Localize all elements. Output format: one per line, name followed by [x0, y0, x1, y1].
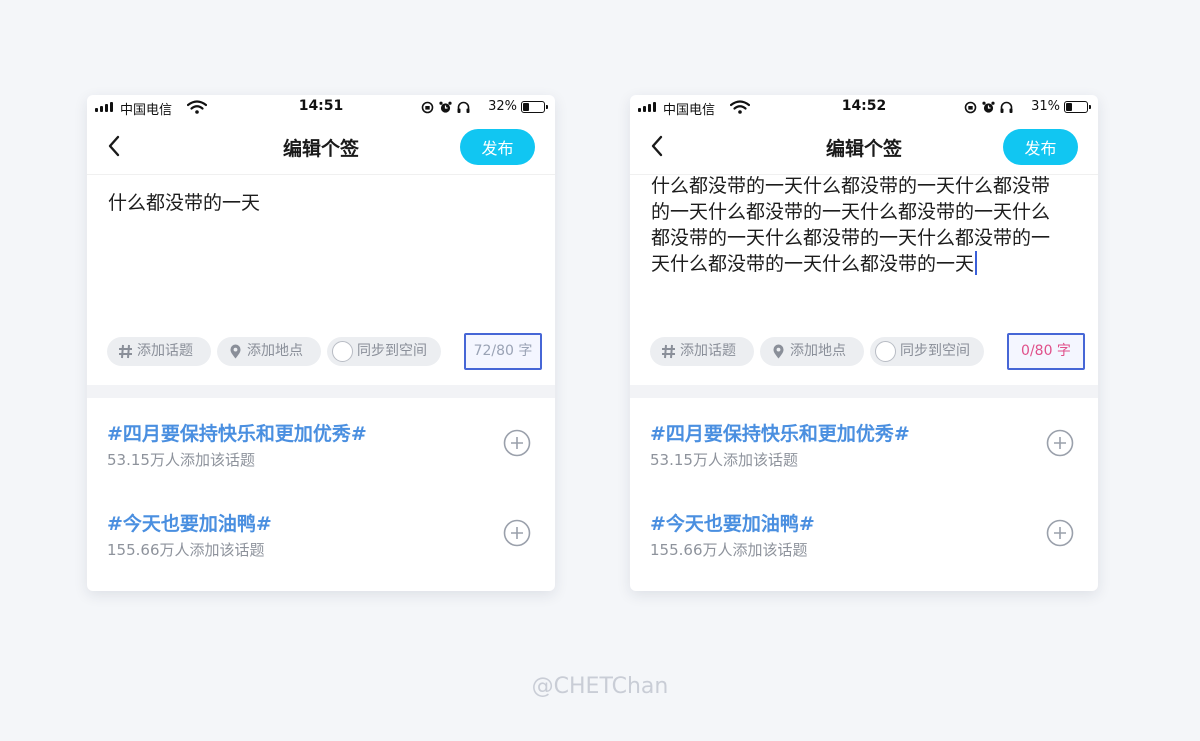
publish-button[interactable]: 发布 [460, 129, 535, 165]
add-topic-label: 添加话题 [680, 343, 736, 359]
add-location-label: 添加地点 [247, 343, 303, 359]
plus-circle-icon[interactable] [1046, 429, 1074, 457]
plus-circle-icon[interactable] [503, 429, 531, 457]
topic-title[interactable]: #四月要保持快乐和更加优秀# [107, 419, 367, 446]
alarm-icon [439, 101, 452, 113]
add-topic-label: 添加话题 [137, 343, 193, 359]
topic-item[interactable]: #四月要保持快乐和更加优秀# 53.15万人添加该话题 [87, 413, 555, 483]
publish-button[interactable]: 发布 [1003, 129, 1078, 165]
alarm-icon [982, 101, 995, 113]
radio-circle-icon[interactable] [875, 341, 896, 362]
battery-icon [521, 101, 548, 113]
add-topic-chip[interactable]: 添加话题 [650, 337, 754, 366]
add-topic-chip[interactable]: 添加话题 [107, 337, 211, 366]
add-location-chip[interactable]: 添加地点 [760, 337, 864, 366]
location-pin-icon [230, 344, 241, 359]
status-bar: 中国电信 14:51 32% [87, 95, 555, 119]
add-location-chip[interactable]: 添加地点 [217, 337, 321, 366]
topic-title[interactable]: #今天也要加油鸭# [650, 509, 815, 536]
topic-count: 53.15万人添加该话题 [107, 451, 255, 469]
battery-percent: 31% [1031, 99, 1060, 114]
nav-bar: 编辑个签 发布 [87, 119, 555, 175]
hashtag-icon [119, 344, 132, 359]
location-pin-icon [773, 344, 784, 359]
clock-time: 14:51 [298, 98, 344, 114]
topic-count: 155.66万人添加该话题 [650, 541, 808, 559]
signature-text-content: 什么都没带的一天什么都没带的一天什么都没带的一天什么都没带的一天什么都没带的一天… [651, 175, 1051, 275]
signature-editor[interactable]: 什么都没带的一天 [87, 175, 555, 305]
orientation-lock-icon [421, 101, 434, 114]
phone-screen-right: 中国电信 14:52 31% 编辑个签 发布 什么都没带的一天什么都没带的一天什… [630, 95, 1098, 591]
add-location-label: 添加地点 [790, 343, 846, 359]
hashtag-icon [662, 344, 675, 359]
nav-bar: 编辑个签 发布 [630, 119, 1098, 175]
sync-to-space-label: 同步到空间 [357, 343, 427, 359]
battery-icon [1064, 101, 1091, 113]
topic-item[interactable]: #四月要保持快乐和更加优秀# 53.15万人添加该话题 [630, 413, 1098, 483]
signature-text[interactable]: 什么都没带的一天 [108, 190, 519, 216]
signature-editor[interactable]: 什么都没带的一天什么都没带的一天什么都没带的一天什么都没带的一天什么都没带的一天… [630, 175, 1098, 305]
topic-title[interactable]: #今天也要加油鸭# [107, 509, 272, 536]
phone-screen-left: 中国电信 14:51 32% 编辑个签 发布 什么都没带的一天 添加话题 添加地… [87, 95, 555, 591]
battery-percent: 32% [488, 99, 517, 114]
plus-circle-icon[interactable] [503, 519, 531, 547]
sync-to-space-label: 同步到空间 [900, 343, 970, 359]
topic-count: 155.66万人添加该话题 [107, 541, 265, 559]
sync-to-space-chip[interactable]: 同步到空间 [870, 337, 984, 366]
signature-text[interactable]: 什么都没带的一天什么都没带的一天什么都没带的一天什么都没带的一天什么都没带的一天… [651, 173, 1062, 277]
headphones-icon [457, 101, 470, 113]
sync-to-space-chip[interactable]: 同步到空间 [327, 337, 441, 366]
orientation-lock-icon [964, 101, 977, 114]
divider [87, 385, 555, 398]
topic-count: 53.15万人添加该话题 [650, 451, 798, 469]
topic-item[interactable]: #今天也要加油鸭# 155.66万人添加该话题 [630, 503, 1098, 573]
plus-circle-icon[interactable] [1046, 519, 1074, 547]
topic-title[interactable]: #四月要保持快乐和更加优秀# [650, 419, 910, 446]
headphones-icon [1000, 101, 1013, 113]
clock-time: 14:52 [841, 98, 887, 114]
watermark: @CHETChan [531, 674, 669, 699]
char-counter: 72/80 字 [464, 333, 542, 370]
text-caret [975, 251, 978, 275]
topic-item[interactable]: #今天也要加油鸭# 155.66万人添加该话题 [87, 503, 555, 573]
radio-circle-icon[interactable] [332, 341, 353, 362]
divider [630, 385, 1098, 398]
char-counter: 0/80 字 [1007, 333, 1085, 370]
signature-text-content: 什么都没带的一天 [108, 192, 261, 214]
status-bar: 中国电信 14:52 31% [630, 95, 1098, 119]
